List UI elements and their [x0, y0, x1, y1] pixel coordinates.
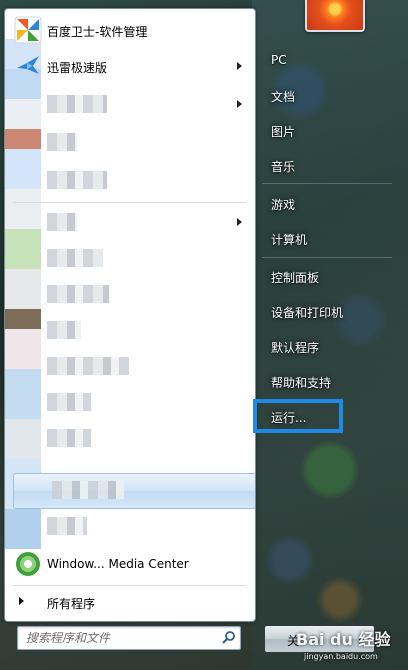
watermark-text: Bai du 经验	[296, 630, 391, 649]
right-link-pc[interactable]: PC	[263, 48, 393, 72]
blurred-label	[47, 285, 109, 303]
user-account-picture[interactable]	[305, 0, 365, 32]
program-label: Window... Media Center	[47, 557, 189, 571]
right-link-documents[interactable]: 文档	[263, 83, 393, 107]
search-icon[interactable]	[222, 630, 236, 644]
blurred-label	[47, 517, 87, 535]
program-label: 百度卫士-软件管理	[47, 25, 148, 39]
right-link-label: 图片	[271, 125, 296, 139]
right-separator	[262, 183, 392, 184]
menu-separator	[13, 202, 247, 203]
baidu-shield-icon	[14, 16, 42, 44]
program-item-blurred[interactable]	[5, 313, 255, 347]
all-programs-label: 所有程序	[47, 597, 96, 611]
program-item-xunlei[interactable]: 迅雷极速版	[5, 49, 255, 83]
program-item-blurred[interactable]	[5, 205, 255, 239]
blurred-label	[47, 213, 77, 231]
programs-panel: 百度卫士-软件管理 迅雷极速版 Window... Media Center 所…	[4, 8, 256, 622]
thunder-bird-icon	[17, 56, 39, 74]
right-link-label: PC	[271, 53, 287, 67]
right-link-help-support[interactable]: 帮助和支持	[263, 369, 393, 393]
right-link-label: 帮助和支持	[271, 376, 332, 390]
blurred-label	[47, 321, 81, 339]
media-center-icon	[16, 552, 40, 576]
right-link-games[interactable]: 游戏	[263, 191, 393, 215]
submenu-arrow-icon	[237, 62, 242, 70]
right-link-music[interactable]: 音乐	[263, 153, 393, 177]
run-highlight-box	[253, 399, 343, 433]
program-label: 迅雷极速版	[47, 61, 108, 75]
search-input[interactable]	[24, 629, 218, 647]
right-link-label: 计算机	[271, 233, 308, 247]
blurred-label	[47, 357, 129, 375]
program-item-blurred[interactable]	[5, 241, 255, 275]
blurred-label	[47, 249, 103, 267]
baidu-jingyan-watermark: Bai du 经验 jingyan.baidu.com	[296, 626, 406, 666]
program-item-media-center[interactable]: Window... Media Center	[5, 547, 255, 581]
program-item-blurred[interactable]	[5, 349, 255, 383]
blurred-label	[52, 481, 124, 499]
blurred-label	[47, 171, 107, 189]
right-link-computer[interactable]: 计算机	[263, 226, 393, 250]
search-box[interactable]	[17, 626, 241, 650]
right-link-label: 控制面板	[271, 271, 320, 285]
program-item-blurred[interactable]	[5, 87, 255, 121]
menu-separator	[13, 585, 247, 586]
submenu-arrow-icon	[237, 218, 242, 226]
watermark-subtext: jingyan.baidu.com	[304, 652, 378, 661]
right-link-pictures[interactable]: 图片	[263, 118, 393, 142]
program-item-hovered[interactable]	[13, 473, 255, 509]
program-item-blurred[interactable]	[5, 277, 255, 311]
right-link-label: 文档	[271, 90, 296, 104]
program-item-blurred[interactable]	[5, 385, 255, 419]
program-item-baidu-shield[interactable]: 百度卫士-软件管理	[5, 13, 255, 47]
blurred-label	[47, 95, 107, 113]
all-programs-button[interactable]: 所有程序	[13, 589, 253, 615]
blurred-label	[47, 429, 91, 447]
blurred-label	[47, 393, 91, 411]
program-item-blurred[interactable]	[5, 125, 255, 159]
program-item-blurred[interactable]	[5, 163, 255, 197]
right-link-devices-printers[interactable]: 设备和打印机	[263, 299, 393, 323]
right-link-control-panel[interactable]: 控制面板	[263, 264, 393, 288]
arrow-right-icon	[19, 597, 24, 605]
right-link-default-programs[interactable]: 默认程序	[263, 334, 393, 358]
right-separator	[262, 257, 392, 258]
program-item-blurred[interactable]	[5, 509, 255, 543]
blurred-label	[47, 133, 77, 151]
program-item-blurred[interactable]	[5, 421, 255, 455]
right-link-label: 音乐	[271, 160, 296, 174]
submenu-arrow-icon	[237, 100, 242, 108]
right-link-label: 设备和打印机	[271, 306, 344, 320]
right-link-label: 默认程序	[271, 341, 320, 355]
right-link-label: 游戏	[271, 198, 296, 212]
